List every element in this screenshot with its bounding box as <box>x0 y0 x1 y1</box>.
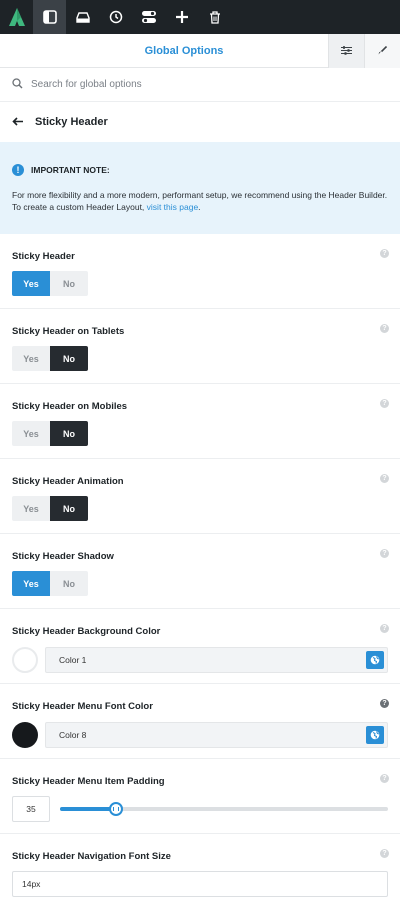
help-icon[interactable]: ? <box>380 699 389 708</box>
panel-title: Global Options <box>144 44 224 57</box>
search-bar <box>0 68 400 102</box>
padding-slider-thumb[interactable] <box>108 802 123 816</box>
color-select-value: Color 1 <box>59 655 87 665</box>
sliders-icon <box>341 42 352 60</box>
astra-logo-icon[interactable] <box>0 0 33 34</box>
help-icon[interactable]: ? <box>380 474 389 483</box>
setting-label: Sticky Header Navigation Font Size <box>12 851 171 862</box>
help-icon[interactable]: ? <box>380 849 389 858</box>
toggle-yes-button[interactable]: Yes <box>12 346 50 371</box>
setting-label: Sticky Header Animation <box>12 476 124 487</box>
toggle-sticky-header: Yes No <box>12 271 88 296</box>
color-swatch[interactable] <box>12 722 38 748</box>
setting-label: Sticky Header <box>12 251 75 262</box>
padding-slider-fill <box>59 807 116 811</box>
search-icon <box>12 76 31 94</box>
note-title: IMPORTANT NOTE: <box>31 165 110 175</box>
info-icon: ! <box>12 164 24 176</box>
toggle-sticky-header-shadow: Yes No <box>12 571 88 596</box>
toggle-yes-button[interactable]: Yes <box>12 571 50 596</box>
help-icon[interactable]: ? <box>380 624 389 633</box>
layout-icon[interactable] <box>33 0 66 34</box>
brush-button[interactable] <box>364 33 400 68</box>
section-header: Sticky Header <box>0 102 400 142</box>
setting-label: Sticky Header on Mobiles <box>12 401 128 412</box>
color-swatch[interactable] <box>12 647 38 673</box>
toggle-no-button[interactable]: No <box>50 571 88 596</box>
setting-sticky-header-menu-font-color: Sticky Header Menu Font Color ? Color 8 <box>0 684 400 759</box>
help-icon[interactable]: ? <box>380 399 389 408</box>
padding-number-input[interactable]: 35 <box>12 796 50 822</box>
setting-sticky-header-background-color: Sticky Header Background Color ? Color 1 <box>0 609 400 684</box>
setting-sticky-header-shadow: Sticky Header Shadow ? Yes No <box>0 534 400 609</box>
setting-label: Sticky Header Menu Item Padding <box>12 776 165 787</box>
brush-icon <box>378 42 388 60</box>
setting-sticky-header-navigation-font-size: Sticky Header Navigation Font Size ? 14p… <box>0 834 400 909</box>
toggle-sticky-header-animation: Yes No <box>12 496 88 521</box>
trash-icon[interactable] <box>198 0 231 34</box>
panel-header: Global Options <box>0 33 400 68</box>
setting-sticky-header-tablets: Sticky Header on Tablets ? Yes No <box>0 309 400 384</box>
toggle-no-button[interactable]: No <box>50 421 88 446</box>
setting-sticky-header: Sticky Header ? Yes No <box>0 234 400 309</box>
toggles-icon[interactable] <box>132 0 165 34</box>
toggle-sticky-header-mobiles: Yes No <box>12 421 88 446</box>
toggle-no-button[interactable]: No <box>50 496 88 521</box>
important-note: ! IMPORTANT NOTE: For more flexibility a… <box>0 142 400 234</box>
color-select[interactable]: Color 1 <box>45 647 388 673</box>
setting-label: Sticky Header Shadow <box>12 551 114 562</box>
arrow-left-icon[interactable] <box>12 113 23 131</box>
help-icon[interactable]: ? <box>380 774 389 783</box>
section-title: Sticky Header <box>35 116 108 128</box>
font-size-input[interactable]: 14px <box>12 871 388 897</box>
top-toolbar <box>0 0 400 34</box>
globe-icon[interactable] <box>366 726 384 744</box>
toggle-yes-button[interactable]: Yes <box>12 496 50 521</box>
setting-sticky-header-menu-item-padding: Sticky Header Menu Item Padding ? 35 <box>0 759 400 834</box>
globe-icon[interactable] <box>366 651 384 669</box>
toggle-yes-button[interactable]: Yes <box>12 271 50 296</box>
search-input[interactable] <box>31 79 351 90</box>
toggle-no-button[interactable]: No <box>50 271 88 296</box>
sliders-button[interactable] <box>328 33 364 68</box>
padding-slider-track[interactable] <box>59 802 388 816</box>
color-select-value: Color 8 <box>59 730 87 740</box>
drive-icon[interactable] <box>66 0 99 34</box>
help-icon[interactable]: ? <box>380 324 389 333</box>
toggle-no-button[interactable]: No <box>50 346 88 371</box>
toggle-yes-button[interactable]: Yes <box>12 421 50 446</box>
toggle-sticky-header-tablets: Yes No <box>12 346 88 371</box>
setting-label: Sticky Header Background Color <box>12 626 161 637</box>
note-suffix: . <box>198 202 201 212</box>
note-body: For more flexibility and a more modern, … <box>12 189 388 213</box>
setting-label: Sticky Header on Tablets <box>12 326 125 337</box>
help-icon[interactable]: ? <box>380 249 389 258</box>
history-icon[interactable] <box>99 0 132 34</box>
note-link[interactable]: visit this page <box>147 202 199 212</box>
setting-sticky-header-mobiles: Sticky Header on Mobiles ? Yes No <box>0 384 400 459</box>
add-icon[interactable] <box>165 0 198 34</box>
setting-label: Sticky Header Menu Font Color <box>12 701 153 712</box>
color-select[interactable]: Color 8 <box>45 722 388 748</box>
help-icon[interactable]: ? <box>380 549 389 558</box>
setting-sticky-header-animation: Sticky Header Animation ? Yes No <box>0 459 400 534</box>
